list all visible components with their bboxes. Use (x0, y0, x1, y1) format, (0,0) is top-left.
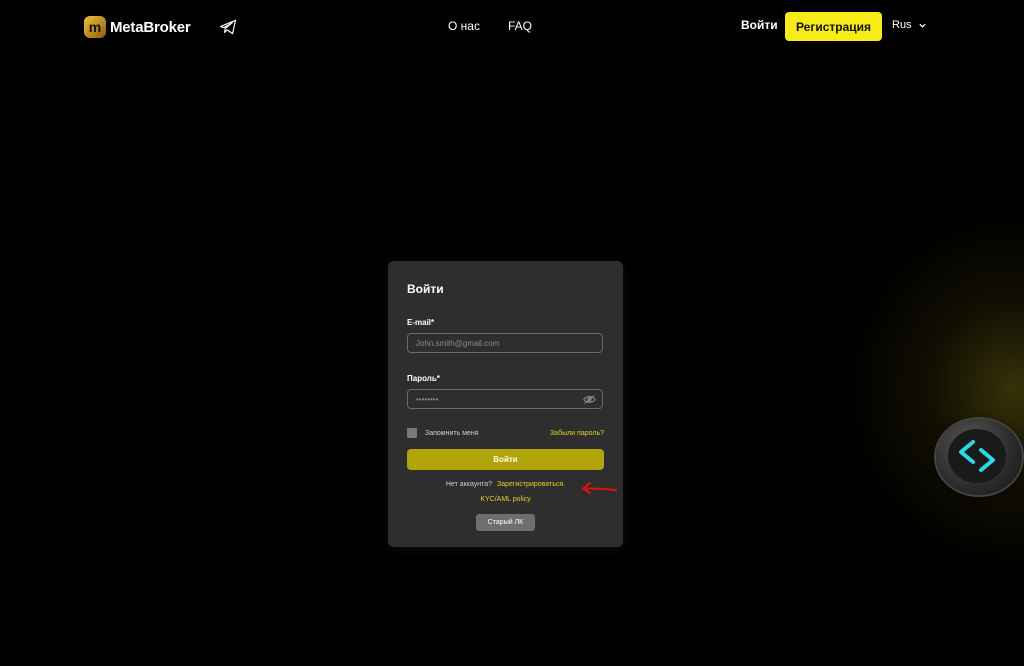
login-card: Войти E-mail* John.smith@gmail.com Парол… (388, 261, 623, 547)
header: m MetaBroker О нас FAQ Войти Регистрация… (0, 0, 1024, 54)
brand-logo[interactable]: m MetaBroker (84, 16, 191, 38)
nav-about[interactable]: О нас (448, 19, 480, 33)
chevron-down-icon (918, 23, 926, 28)
register-link[interactable]: Зарегистрироваться. (497, 481, 565, 488)
brand-name: MetaBroker (110, 18, 191, 36)
password-value: •••••••• (416, 394, 439, 404)
header-login-link[interactable]: Войти (741, 18, 778, 32)
chevron-arrows-icon (959, 440, 995, 472)
eye-off-icon[interactable] (583, 394, 596, 405)
floating-widget-button[interactable] (936, 419, 1022, 495)
login-title: Войти (407, 282, 444, 296)
telegram-icon[interactable] (218, 17, 238, 37)
old-account-button[interactable]: Старый ЛК (476, 514, 535, 531)
language-selector[interactable]: Rus (892, 19, 927, 31)
no-account-text: Нет аккаунта? (445, 481, 493, 488)
kyc-aml-link[interactable]: KYC/AML policy (388, 496, 623, 503)
forgot-password-link[interactable]: Забыли пароль? (550, 430, 604, 437)
remember-checkbox[interactable] (407, 428, 417, 438)
widget-inner (948, 429, 1006, 483)
background-glow (844, 210, 1024, 570)
page: m MetaBroker О нас FAQ Войти Регистрация… (0, 0, 1024, 666)
nav-faq[interactable]: FAQ (508, 19, 532, 33)
logo-mark-icon: m (84, 16, 106, 38)
email-field[interactable]: John.smith@gmail.com (407, 333, 603, 353)
annotation-arrow-icon (582, 482, 617, 494)
language-label: Rus (892, 19, 912, 31)
remember-label: Запомнить меня (425, 430, 479, 437)
email-placeholder: John.smith@gmail.com (416, 338, 500, 348)
password-field[interactable]: •••••••• (407, 389, 603, 409)
password-label: Пароль* (407, 374, 440, 383)
email-label: E-mail* (407, 318, 435, 327)
login-submit-button[interactable]: Войти (407, 449, 604, 470)
register-button[interactable]: Регистрация (785, 12, 882, 41)
